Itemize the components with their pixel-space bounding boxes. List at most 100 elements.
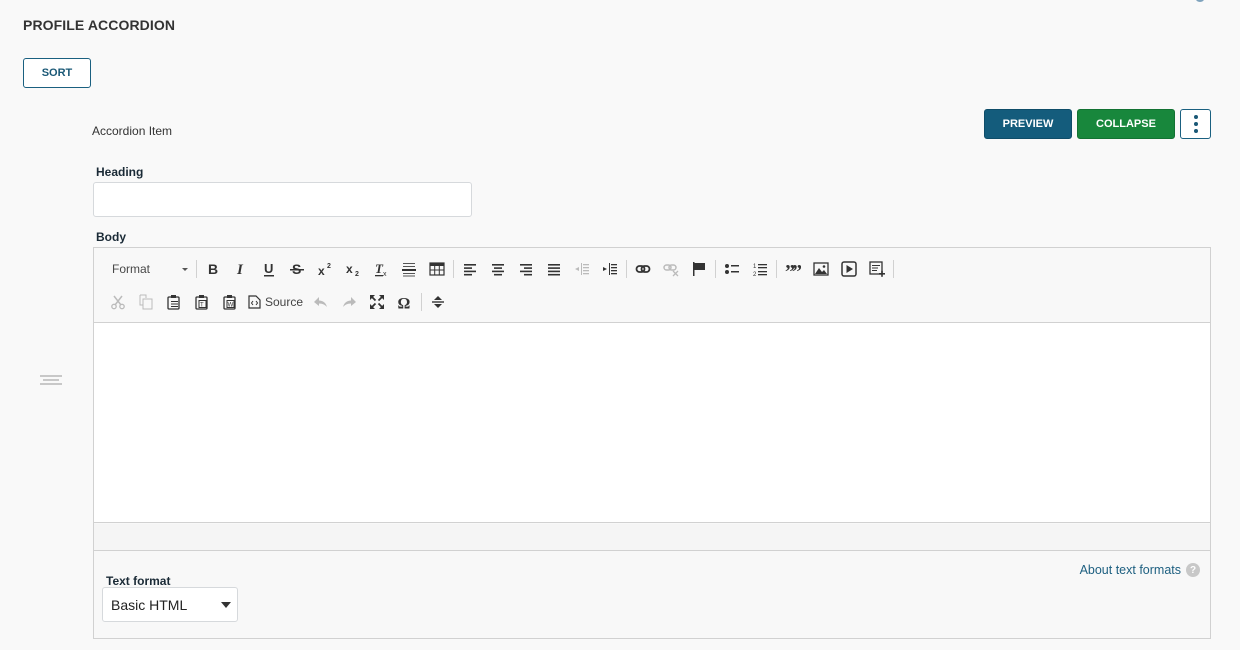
paste-word-button[interactable]: W: [216, 290, 244, 314]
svg-text:2: 2: [355, 271, 359, 277]
text-format-selected: Basic HTML: [111, 596, 188, 613]
text-format-select[interactable]: Basic HTML: [102, 587, 238, 622]
remove-format-icon: Tx: [375, 261, 387, 277]
blockquote-icon: ””: [785, 261, 801, 277]
superscript-button[interactable]: x2: [311, 257, 339, 281]
heading-input[interactable]: [93, 182, 472, 217]
text-format-label: Text format: [106, 574, 171, 588]
anchor-button[interactable]: [685, 257, 713, 281]
format-dropdown[interactable]: Format: [104, 257, 194, 281]
toolbar-separator: [453, 260, 454, 278]
blockquote-button[interactable]: ””: [779, 257, 807, 281]
link-icon: [635, 265, 651, 273]
vertical-ellipsis-icon: [1193, 115, 1198, 119]
bold-button[interactable]: B: [199, 257, 227, 281]
image-icon: [813, 262, 829, 276]
align-right-icon: [520, 264, 532, 276]
body-rich-text-editor: Format B I U S x2 x2 Tx: [93, 247, 1211, 639]
collapse-button[interactable]: COLLAPSE: [1077, 109, 1175, 139]
svg-text:1: 1: [753, 264, 757, 270]
accordion-item-label: Accordion Item: [92, 124, 173, 138]
editor-content-area[interactable]: [94, 323, 1210, 523]
paste-text-button[interactable]: T: [188, 290, 216, 314]
bold-icon: B: [208, 261, 218, 277]
svg-text:U: U: [264, 261, 273, 276]
special-character-button[interactable]: Ω: [391, 290, 419, 314]
svg-text:B: B: [208, 261, 218, 277]
subscript-button[interactable]: x2: [339, 257, 367, 281]
anchor-icon: [693, 262, 705, 276]
align-center-icon: [492, 264, 504, 276]
maximize-button[interactable]: [363, 290, 391, 314]
media-button[interactable]: [835, 257, 863, 281]
sort-button[interactable]: SORT: [23, 58, 91, 88]
outdent-icon: [575, 263, 589, 275]
redo-icon: [343, 297, 357, 307]
copy-button[interactable]: [132, 290, 160, 314]
source-label: Source: [265, 295, 304, 309]
heading-label: Heading: [96, 165, 144, 179]
page-title: PROFILE ACCORDION: [23, 17, 176, 33]
paste-text-icon: T: [195, 295, 208, 310]
chevron-down-icon: [182, 267, 188, 271]
strikethrough-button[interactable]: S: [283, 257, 311, 281]
media-icon: [841, 261, 857, 277]
toolbar-separator: [776, 260, 777, 278]
undo-icon: [314, 297, 328, 307]
justify-button[interactable]: [540, 257, 568, 281]
text-format-section: Text format Basic HTML About text format…: [94, 552, 1210, 638]
align-left-icon: [464, 264, 476, 276]
indent-button[interactable]: [596, 257, 624, 281]
svg-text:x: x: [346, 262, 353, 276]
align-center-button[interactable]: [484, 257, 512, 281]
paste-button[interactable]: [160, 290, 188, 314]
italic-button[interactable]: I: [227, 257, 255, 281]
source-button[interactable]: Source: [244, 290, 307, 314]
toolbar-separator: [715, 260, 716, 278]
link-button[interactable]: [629, 257, 657, 281]
bulleted-list-icon: [725, 264, 739, 274]
about-text-formats-link[interactable]: About text formats ?: [1080, 563, 1200, 577]
outdent-button[interactable]: [568, 257, 596, 281]
svg-text:”: ”: [792, 261, 801, 277]
italic-icon: I: [236, 262, 244, 277]
svg-text:x: x: [318, 264, 325, 277]
svg-text:2: 2: [327, 263, 331, 270]
justify-icon: [548, 264, 560, 276]
copy-icon: [139, 294, 153, 310]
toolbar-row-2: T W Source Ω: [104, 289, 452, 315]
numbered-list-icon: 12: [753, 264, 767, 277]
toolbar-separator: [196, 260, 197, 278]
superscript-icon: x2: [318, 263, 331, 277]
remove-format-button[interactable]: Tx: [367, 257, 395, 281]
toolbar-separator: [421, 293, 423, 311]
source-icon: [248, 295, 261, 309]
align-left-button[interactable]: [456, 257, 484, 281]
template-button[interactable]: [863, 257, 891, 281]
table-icon: [429, 262, 445, 276]
template-icon: [869, 261, 885, 277]
table-button[interactable]: [423, 257, 451, 281]
top-indicator-dot: [1196, 0, 1204, 2]
unlink-button[interactable]: [657, 257, 685, 281]
numbered-list-button[interactable]: 12: [746, 257, 774, 281]
cut-button[interactable]: [104, 290, 132, 314]
align-right-button[interactable]: [512, 257, 540, 281]
drag-handle[interactable]: [40, 375, 62, 386]
more-options-button[interactable]: [1180, 109, 1211, 139]
paste-word-icon: W: [223, 295, 236, 310]
show-blocks-icon: [432, 296, 445, 308]
horizontal-line-button[interactable]: [395, 257, 423, 281]
chevron-down-icon: [221, 601, 231, 608]
underline-button[interactable]: U: [255, 257, 283, 281]
preview-button[interactable]: PREVIEW: [984, 109, 1072, 139]
redo-button[interactable]: [335, 290, 363, 314]
editor-toolbar: Format B I U S x2 x2 Tx: [94, 248, 1210, 323]
editor-status-bar: [94, 524, 1210, 551]
bulleted-list-button[interactable]: [718, 257, 746, 281]
show-blocks-button[interactable]: [424, 290, 452, 314]
image-button[interactable]: [807, 257, 835, 281]
undo-button[interactable]: [307, 290, 335, 314]
svg-text:I: I: [236, 262, 244, 277]
svg-text:W: W: [228, 303, 234, 309]
